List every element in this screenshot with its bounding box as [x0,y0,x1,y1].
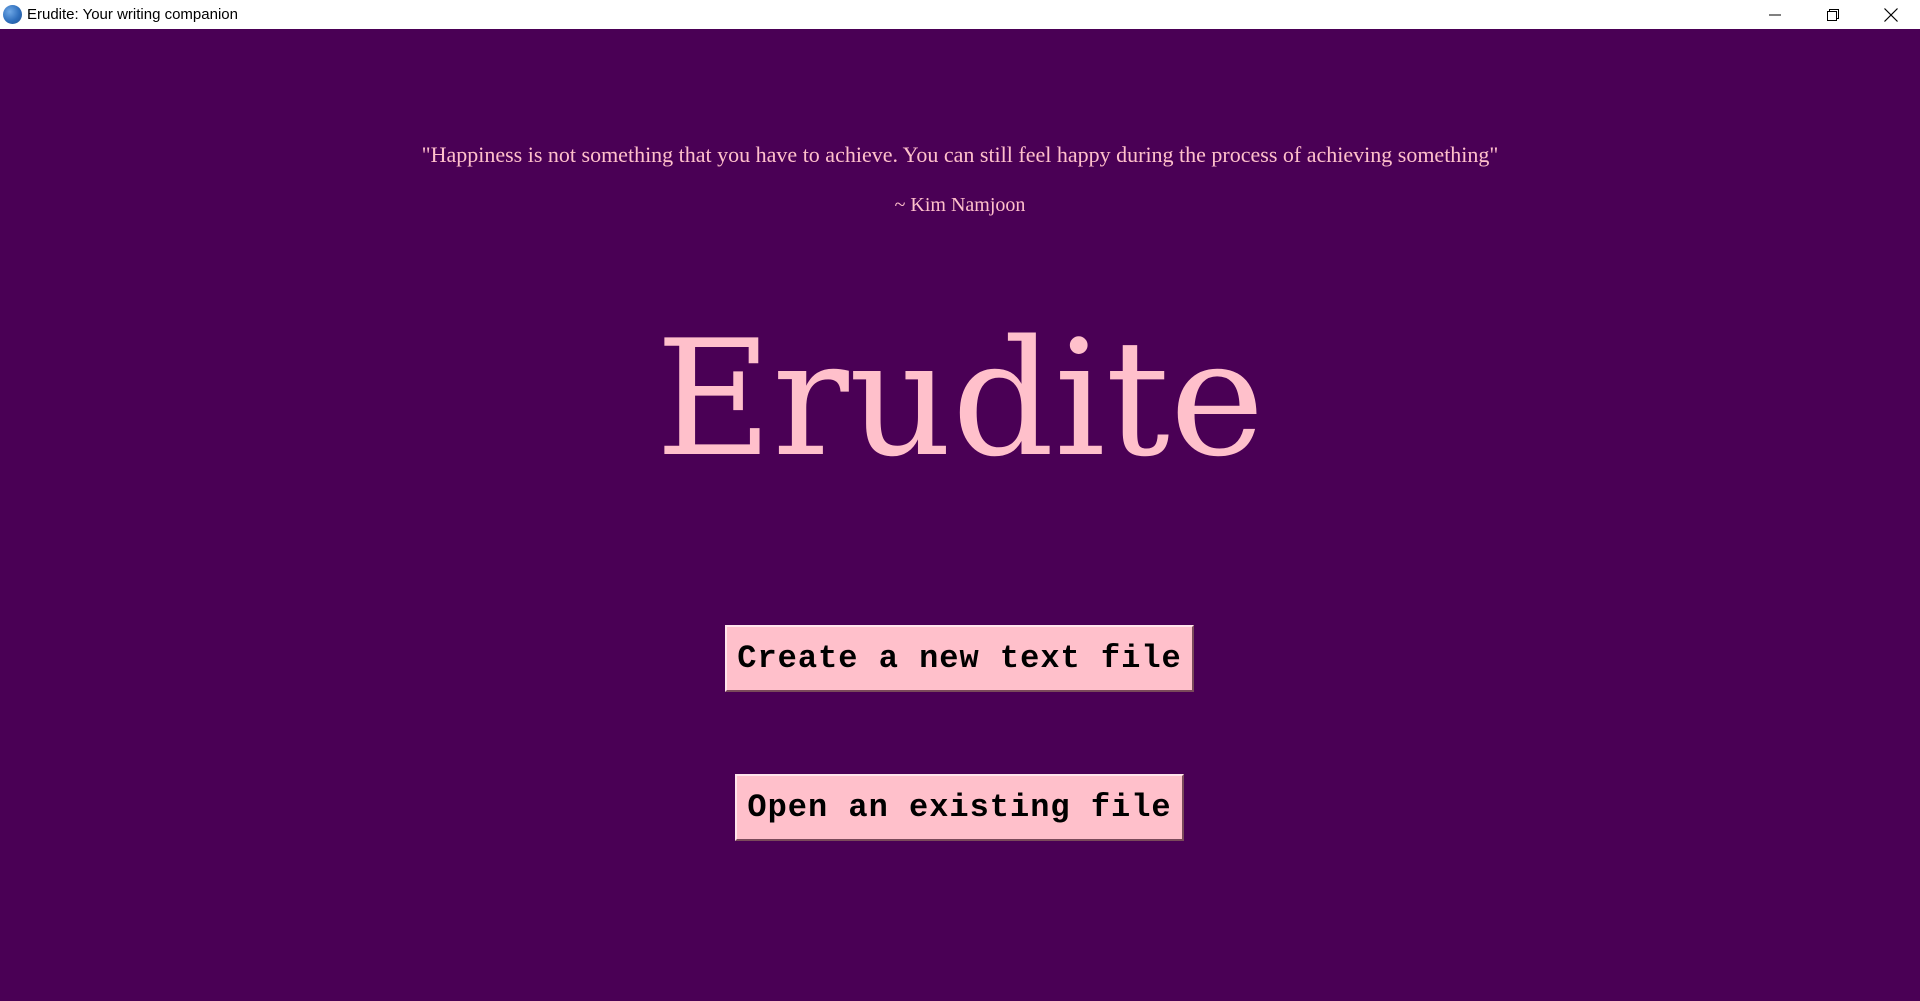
title-bar[interactable]: Erudite: Your writing companion [0,0,1920,29]
window-controls [1746,0,1920,29]
create-new-file-button[interactable]: Create a new text file [725,625,1194,692]
restore-button[interactable] [1804,0,1862,29]
quote-text: "Happiness is not something that you hav… [421,142,1499,167]
quote-author: ~ Kim Namjoon [894,194,1026,216]
restore-icon [1827,8,1839,21]
close-button[interactable] [1862,0,1920,29]
main-content: "Happiness is not something that you hav… [0,29,1920,1001]
window-title: Erudite: Your writing companion [27,6,238,23]
minimize-button[interactable] [1746,0,1804,29]
app-title: Erudite [655,305,1265,492]
minimize-icon [1769,14,1781,15]
open-existing-file-button[interactable]: Open an existing file [735,774,1184,841]
app-window: Erudite: Your writing companion "Happine… [0,0,1920,1001]
globe-icon [3,5,22,24]
close-icon [1884,7,1898,22]
